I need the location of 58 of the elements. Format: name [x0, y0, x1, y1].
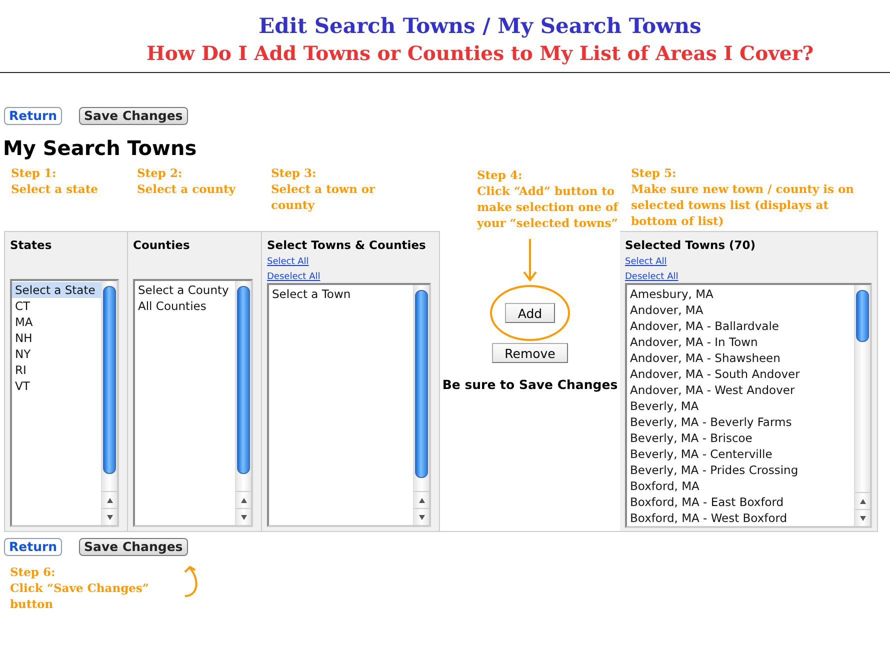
list-option[interactable]: Andover, MA [627, 302, 854, 318]
remove-button[interactable]: Remove [492, 343, 568, 363]
list-option[interactable]: VT [12, 378, 101, 394]
select-link[interactable]: Select All [267, 256, 309, 268]
column-heading: Select Towns & Counties [267, 238, 427, 252]
list-option[interactable]: MA [12, 314, 101, 330]
select-link[interactable]: Deselect All [625, 271, 678, 283]
list-option[interactable]: NY [12, 346, 101, 362]
list-option[interactable]: Boxford, MA - West Boxford [627, 510, 854, 526]
step-instruction: Step 4: Click “Add” button to make selection one of your “selected towns” [476, 167, 620, 231]
save-changes-button[interactable]: Save Changes [79, 538, 188, 556]
scrollbar[interactable] [235, 281, 251, 525]
list-option[interactable]: CT [12, 298, 101, 314]
save-reminder: Be sure to Save Changes [442, 377, 618, 392]
list-option[interactable]: Select a State [12, 282, 101, 298]
column-heading: States [10, 238, 53, 252]
list-option[interactable]: Amesbury, MA [627, 286, 854, 302]
scrollbar[interactable] [101, 281, 117, 525]
step-instruction: Step 3: Select a town or county [270, 165, 376, 214]
step-instruction: Step 6: Click “Save Changes” button [9, 564, 150, 612]
select-link[interactable]: Deselect All [267, 271, 320, 283]
list-option[interactable]: Andover, MA - West Andover [627, 382, 854, 398]
column-heading: Selected Towns (70) [625, 238, 757, 252]
list-option[interactable]: Select a Town [269, 286, 413, 302]
page-subheading: How Do I Add Towns or Counties to My List of Areas I Cover? [146, 41, 814, 67]
list-option[interactable]: Andover, MA - In Town [627, 334, 854, 350]
scrollbar[interactable] [413, 285, 429, 525]
list-option[interactable]: Beverly, MA - Prides Crossing [627, 462, 854, 478]
section-title: My Search Towns [3, 135, 198, 161]
list-option[interactable]: Andover, MA - South Andover [627, 366, 854, 382]
list-option[interactable]: Beverly, MA - Centerville [627, 446, 854, 462]
list-option[interactable]: Beverly, MA [627, 398, 854, 414]
list-box[interactable]: Select a State CT MA NH NY RI VT [10, 279, 119, 527]
list-option[interactable]: Select a County [135, 282, 235, 298]
scrollbar[interactable] [854, 285, 870, 526]
step-instruction: Step 1: Select a state [10, 165, 99, 198]
list-option[interactable]: All Counties [135, 298, 235, 314]
return-button[interactable]: Return [4, 538, 62, 556]
arrow-down-icon [522, 237, 538, 283]
list-option[interactable]: Boxford, MA [627, 478, 854, 494]
return-button[interactable]: Return [4, 107, 62, 125]
list-box[interactable] [625, 283, 872, 528]
list-box[interactable]: Select a County All Counties [133, 279, 253, 527]
select-link[interactable]: Select All [625, 256, 667, 268]
page-heading: Edit Search Towns / My Search Towns [258, 12, 702, 40]
list-option[interactable]: Boxford, MA - East Boxford [627, 494, 854, 510]
list-option[interactable]: Andover, MA - Ballardvale [627, 318, 854, 334]
step-instruction: Step 2: Select a county [136, 165, 237, 198]
list-box[interactable]: Select a Town [267, 283, 431, 527]
list-option[interactable]: Andover, MA - Shawsheen [627, 350, 854, 366]
column-heading: Counties [133, 238, 191, 252]
list-option[interactable]: Beverly, MA - Briscoe [627, 430, 854, 446]
list-option[interactable]: Beverly, MA - Beverly Farms [627, 414, 854, 430]
list-option[interactable]: NH [12, 330, 101, 346]
step-instruction: Step 5: Make sure new town / county is on selected towns list (displays at bottom of list) [630, 165, 855, 230]
add-button[interactable]: Add [504, 303, 556, 323]
list-option[interactable]: RI [12, 362, 101, 378]
save-changes-button[interactable]: Save Changes [79, 107, 188, 125]
